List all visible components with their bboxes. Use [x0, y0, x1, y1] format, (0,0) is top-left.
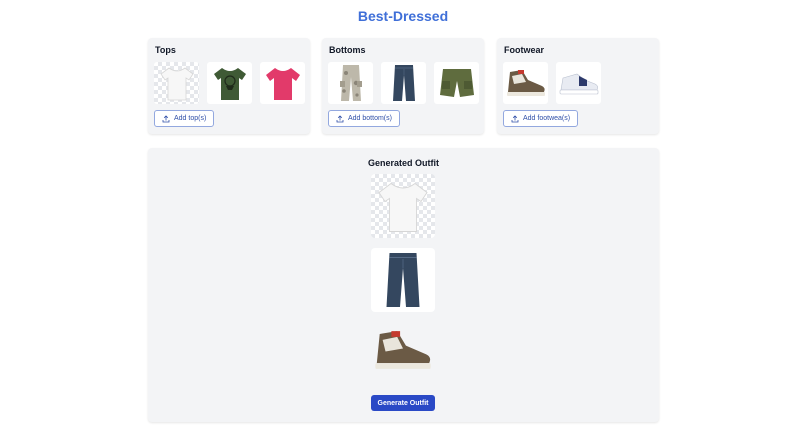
green-graphic-tshirt-icon [213, 68, 246, 100]
add-tops-button[interactable]: Add top(s) [154, 110, 215, 127]
outfit-top [371, 174, 435, 238]
camo-cargo-pants-icon [339, 65, 362, 101]
olive-cargo-shorts-icon [439, 69, 474, 97]
denim-jeans-icon [392, 65, 415, 101]
generate-outfit-button[interactable]: Generate Outfit [371, 395, 435, 411]
bottom-item[interactable] [381, 62, 426, 104]
add-tops-label: Add top(s) [174, 115, 207, 122]
top-item[interactable] [154, 62, 199, 104]
upload-icon [336, 114, 344, 123]
denim-jeans-icon [386, 253, 420, 307]
brown-sneaker-icon [375, 331, 431, 369]
generated-outfit-panel: Generated Outfit Generate Outfit [148, 148, 659, 422]
tops-title: Tops [155, 45, 176, 55]
white-tshirt-icon [159, 67, 194, 101]
upload-icon [162, 114, 170, 123]
add-bottoms-button[interactable]: Add bottom(s) [328, 110, 400, 127]
bottom-item[interactable] [434, 62, 479, 104]
footwear-item[interactable] [503, 62, 548, 104]
outfit-shoe [371, 318, 435, 382]
top-item[interactable] [207, 62, 252, 104]
white-tshirt-icon [378, 182, 428, 232]
footwear-card: Footwear Add footwea(s) [497, 38, 659, 134]
pink-tshirt-icon [265, 68, 300, 100]
top-item[interactable] [260, 62, 305, 104]
upload-icon [511, 114, 519, 123]
footwear-item[interactable] [556, 62, 601, 104]
brown-sneaker-icon [506, 70, 545, 96]
white-blue-sneaker-icon [559, 73, 598, 95]
bottom-item[interactable] [328, 62, 373, 104]
bottoms-card: Bottoms Add bottom(s) [322, 38, 484, 134]
generated-outfit-title: Generated Outfit [367, 158, 439, 168]
bottoms-title: Bottoms [329, 45, 366, 55]
tops-card: Tops Add top(s) [148, 38, 310, 134]
add-footwear-label: Add footwea(s) [523, 115, 571, 122]
footwear-title: Footwear [504, 45, 545, 55]
outfit-bottom [371, 248, 435, 312]
add-bottoms-label: Add bottom(s) [348, 115, 392, 122]
bottoms-list [328, 62, 479, 104]
app-title: Best-Dressed [357, 8, 449, 24]
add-footwear-button[interactable]: Add footwea(s) [503, 110, 579, 127]
footwear-list [503, 62, 601, 104]
tops-list [154, 62, 305, 104]
